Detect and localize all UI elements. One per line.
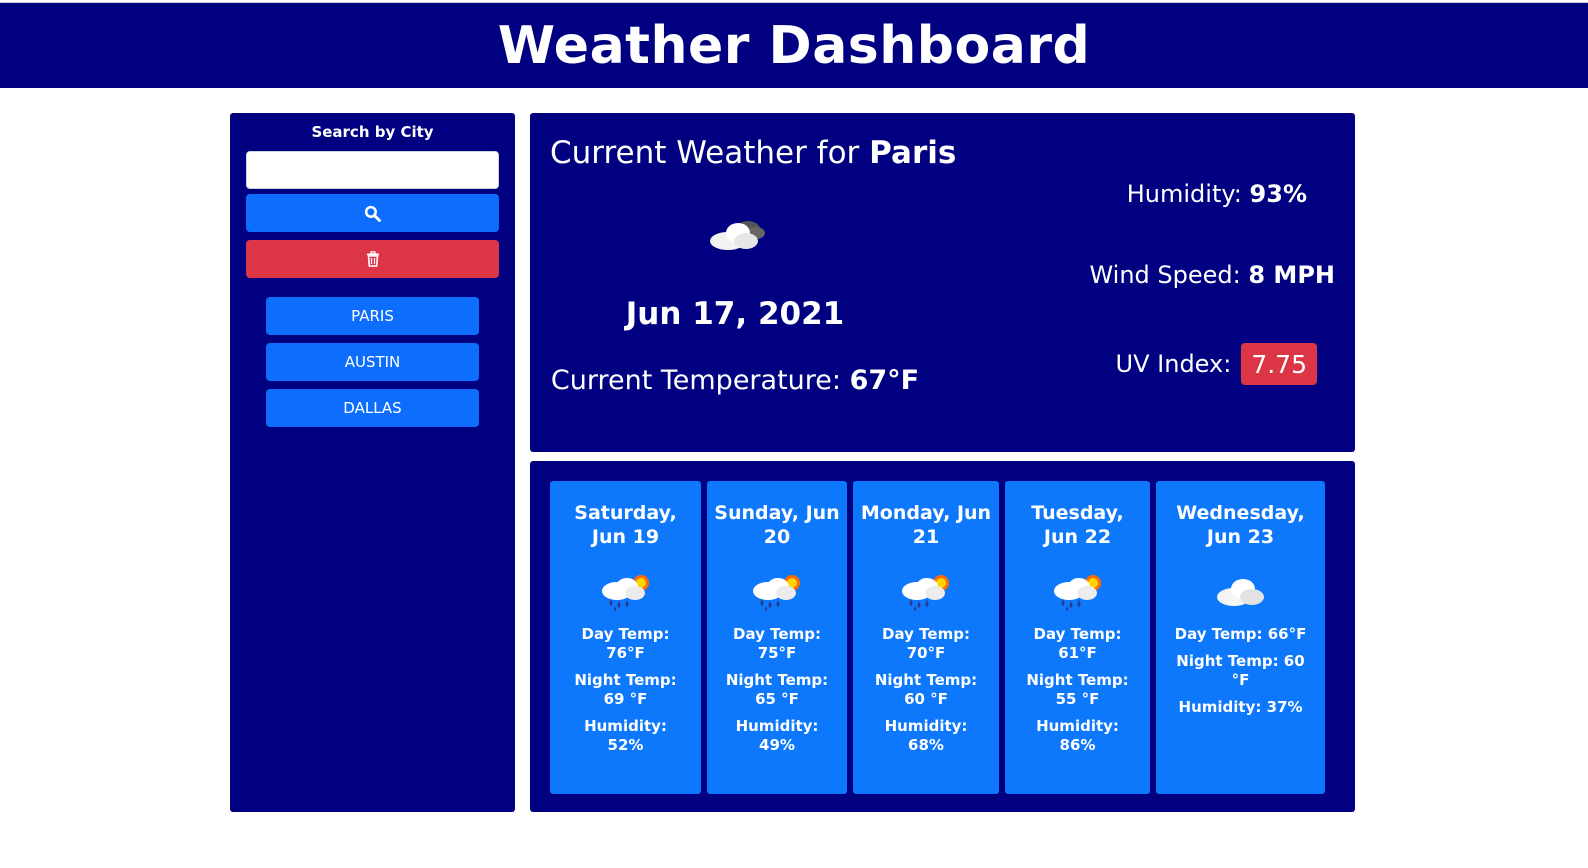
city-history-item[interactable]: PARIS — [266, 297, 479, 335]
forecast-day: Tuesday, Jun 22 — [1031, 502, 1124, 548]
forecast-humidity: Humidity: 49% — [735, 717, 819, 754]
rain-sun-icon — [601, 575, 649, 611]
forecast-card: Tuesday, Jun 22 Day Temp: 61°F Night Tem… — [1005, 481, 1150, 794]
forecast-humidity: Humidity: 52% — [584, 717, 667, 754]
forecast-day-temp: Day Temp: 75°F — [733, 625, 821, 662]
forecast-day: Wednesday, Jun 23 — [1176, 502, 1305, 548]
uv-label: UV Index: — [1115, 350, 1232, 378]
forecast-card: Sunday, Jun 20 Day Temp: 75°F Night Temp… — [707, 481, 847, 794]
forecast-night-temp: Night Temp: 55 °F — [1026, 671, 1129, 708]
current-temperature: Current Temperature: 67°F — [530, 365, 940, 396]
current-weather-panel: Current Weather for Paris Jun 17, 2021 C… — [530, 113, 1355, 452]
uv-badge: 7.75 — [1241, 343, 1317, 385]
forecast-day-temp: Day Temp: 61°F — [1033, 625, 1122, 662]
forecast-night-temp: Night Temp: 60 °F — [874, 671, 978, 708]
forecast-humidity: Humidity: 68% — [884, 717, 968, 754]
current-humidity: Humidity: 93% — [1127, 180, 1307, 208]
forecast-day-temp: Day Temp: 76°F — [581, 625, 670, 662]
wind-value: 8 MPH — [1248, 261, 1335, 289]
city-search-input[interactable] — [246, 151, 499, 189]
cloudy-icon — [710, 221, 765, 250]
forecast-humidity: Humidity: 86% — [1036, 717, 1119, 754]
current-temp-label: Current Temperature: — [550, 365, 841, 396]
current-date: Jun 17, 2021 — [625, 296, 845, 332]
humidity-value: 93% — [1249, 180, 1307, 208]
current-wind-speed: Wind Speed: 8 MPH — [1089, 261, 1335, 289]
city-history-list: PARIS AUSTIN DALLAS — [266, 297, 479, 435]
forecast-humidity: Humidity: 37% — [1178, 698, 1303, 716]
rain-sun-icon — [1053, 575, 1101, 611]
forecast-card: Saturday, Jun 19 Day Temp: 76°F Night Te… — [550, 481, 701, 794]
trash-icon — [366, 251, 379, 267]
current-temp-value: 67°F — [849, 365, 920, 396]
page-title: Weather Dashboard — [497, 15, 1091, 76]
current-weather-title: Current Weather for Paris — [550, 135, 956, 171]
city-history-item[interactable]: AUSTIN — [266, 343, 479, 381]
rain-sun-icon — [902, 575, 949, 611]
forecast-night-temp: Night Temp: 65 °F — [725, 671, 829, 708]
current-title-prefix: Current Weather for — [550, 135, 860, 171]
forecast-day-temp: Day Temp: 70°F — [882, 625, 970, 662]
forecast-day: Sunday, Jun 20 — [714, 502, 840, 548]
humidity-label: Humidity: — [1126, 180, 1242, 208]
search-icon — [364, 205, 381, 222]
cloud-icon — [1216, 579, 1264, 606]
forecast-day: Monday, Jun 21 — [860, 502, 992, 548]
rain-sun-icon — [753, 575, 800, 611]
forecast-day-temp: Day Temp: 66°F — [1174, 625, 1307, 643]
wind-label: Wind Speed: — [1089, 261, 1241, 289]
forecast-night-temp: Night Temp: 60 °F — [1176, 652, 1305, 689]
current-city-name: Paris — [869, 135, 957, 171]
forecast-day: Saturday, Jun 19 — [574, 502, 677, 548]
city-history-item[interactable]: DALLAS — [266, 389, 479, 427]
search-sidebar: Search by City PARIS AUSTIN DALLAS — [230, 113, 515, 812]
forecast-card: Wednesday, Jun 23 Day Temp: 66°F Night T… — [1156, 481, 1325, 794]
forecast-card: Monday, Jun 21 Day Temp: 70°F Night Temp… — [853, 481, 999, 794]
page-header: Weather Dashboard — [0, 2, 1588, 88]
clear-history-button[interactable] — [246, 240, 499, 278]
search-label: Search by City — [311, 123, 434, 141]
forecast-panel: Saturday, Jun 19 Day Temp: 76°F Night Te… — [530, 461, 1355, 812]
search-button[interactable] — [246, 194, 499, 232]
forecast-night-temp: Night Temp: 69 °F — [574, 671, 677, 708]
current-uv-index: UV Index: 7.75 — [1116, 343, 1317, 385]
